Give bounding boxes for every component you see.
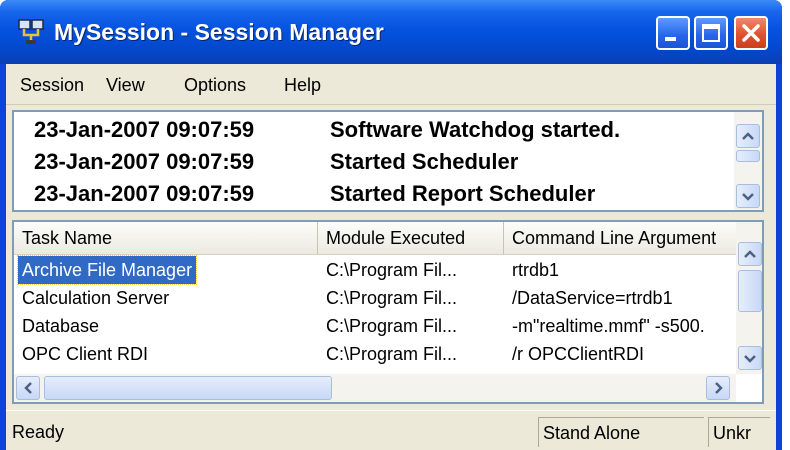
log-message: Started Scheduler	[330, 149, 519, 174]
cell-task-name: Calculation Server	[22, 288, 170, 308]
title-bar[interactable]: MySession - Session Manager	[0, 0, 782, 64]
status-text: Ready	[12, 422, 65, 442]
task-list[interactable]: Task Name Module Executed Command Line A…	[12, 220, 764, 404]
task-scroll-up-button[interactable]	[738, 242, 762, 266]
close-icon	[742, 24, 760, 42]
menu-options[interactable]: Options	[184, 74, 246, 96]
scroll-right-button[interactable]	[706, 376, 730, 400]
session-manager-window: MySession - Session Manager Session View…	[0, 0, 782, 450]
column-header-task-name[interactable]: Task Name	[14, 222, 318, 254]
maximize-button[interactable]	[694, 16, 728, 50]
close-button[interactable]	[734, 16, 768, 50]
log-vertical-scrollbar[interactable]	[734, 112, 762, 210]
menu-session[interactable]: Session	[20, 74, 84, 96]
scroll-left-button[interactable]	[16, 376, 40, 400]
event-log[interactable]: 23-Jan-2007 09:07:59 Software Watchdog st…	[12, 110, 764, 212]
table-row[interactable]: Archive File Manager C:\Program Fil... r…	[14, 255, 736, 285]
window-title: MySession - Session Manager	[54, 19, 384, 45]
status-mode: Stand Alone	[538, 417, 704, 447]
cell-module: C:\Program Fil...	[326, 260, 458, 280]
log-scroll-up-button[interactable]	[736, 124, 760, 148]
log-entry: 23-Jan-2007 09:07:59 Started Scheduler	[34, 146, 518, 178]
cell-args: /DataService=rtrdb1	[512, 288, 673, 308]
chevron-left-icon	[24, 382, 32, 394]
cell-args: rtrdb1	[512, 260, 560, 280]
status-extra: Unkr	[708, 417, 770, 447]
task-scroll-down-button[interactable]	[738, 346, 762, 370]
horizontal-scroll-thumb[interactable]	[44, 376, 332, 400]
table-row[interactable]: OPC Client RDI C:\Program Fil... /r OPCC…	[14, 340, 736, 368]
table-row[interactable]: Calculation Server C:\Program Fil... /Da…	[14, 284, 736, 312]
minimize-button[interactable]	[656, 16, 690, 50]
task-list-header: Task Name Module Executed Command Line A…	[14, 222, 736, 255]
log-timestamp: 23-Jan-2007 09:07:59	[34, 181, 255, 206]
menu-help[interactable]: Help	[284, 74, 321, 96]
chevron-down-icon	[742, 193, 754, 201]
cell-task-name: Archive File Manager	[16, 255, 198, 285]
chevron-right-icon	[715, 382, 723, 394]
cell-module: C:\Program Fil...	[326, 316, 458, 336]
log-timestamp: 23-Jan-2007 09:07:59	[34, 149, 255, 174]
menu-bar: Session View Options Help	[6, 64, 776, 105]
chevron-down-icon	[744, 355, 756, 363]
cell-args: -m"realtime.mmf" -s500.	[512, 316, 705, 336]
minimize-icon	[665, 37, 676, 41]
table-row[interactable]: Database C:\Program Fil... -m"realtime.m…	[14, 312, 736, 340]
chevron-up-icon	[744, 250, 756, 258]
cell-module: C:\Program Fil...	[326, 344, 458, 364]
column-header-command-line[interactable]: Command Line Argument	[504, 222, 736, 254]
client-area: Session View Options Help 23-Jan-2007 09…	[6, 64, 776, 450]
cell-task-name: Database	[22, 316, 100, 336]
status-bar: Ready Stand Alone Unkr	[6, 410, 776, 450]
cell-task-name: OPC Client RDI	[22, 344, 149, 364]
network-computer-icon	[18, 19, 44, 44]
menu-view[interactable]: View	[106, 74, 145, 96]
log-scroll-thumb[interactable]	[736, 150, 760, 162]
task-vertical-scrollbar[interactable]	[736, 222, 762, 374]
log-timestamp: 23-Jan-2007 09:07:59	[34, 117, 255, 142]
task-horizontal-scrollbar[interactable]	[14, 374, 736, 402]
log-entry: 23-Jan-2007 09:07:59 Software Watchdog st…	[34, 114, 620, 146]
task-scroll-thumb[interactable]	[738, 270, 762, 312]
log-entry: 23-Jan-2007 09:07:59 Started Report Sched…	[34, 178, 595, 210]
column-header-module-executed[interactable]: Module Executed	[318, 222, 504, 254]
cell-module: C:\Program Fil...	[326, 288, 458, 308]
cell-args: /r OPCClientRDI	[512, 344, 645, 364]
maximize-icon	[702, 24, 720, 42]
log-message: Software Watchdog started.	[330, 117, 621, 142]
chevron-up-icon	[742, 132, 754, 140]
log-message: Started Report Scheduler	[330, 181, 596, 206]
log-scroll-down-button[interactable]	[736, 184, 760, 208]
